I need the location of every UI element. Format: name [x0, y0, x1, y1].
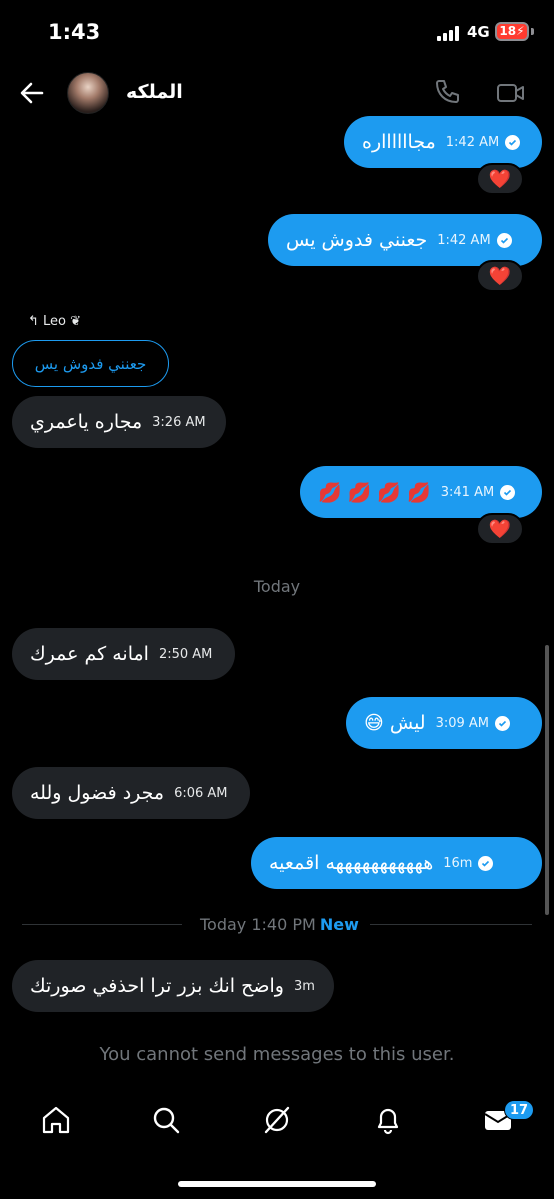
status-time: 1:43 [48, 20, 101, 44]
message-time: 3:09 AM [435, 715, 490, 731]
message-bubble-incoming[interactable]: واضح انك بزر ترا احذفي صورتك 3m [12, 960, 334, 1012]
message-time: 3:26 AM [152, 414, 206, 430]
message-time: 1:42 AM [445, 134, 500, 150]
message-time: 16m [443, 855, 473, 871]
message-text: مجرد فضول ولله [30, 782, 165, 804]
message-text: امانه كم عمرك [30, 643, 149, 665]
reaction-heart[interactable]: ❤️ [476, 260, 524, 292]
bottom-tab-bar [0, 1092, 554, 1152]
message-time: 2:50 AM [158, 646, 213, 662]
sent-check-icon [505, 134, 521, 150]
message-bubble-outgoing[interactable]: هههههههههههه اقمعيه 16m [251, 837, 542, 889]
reaction-heart[interactable]: ❤️ [476, 163, 524, 195]
phone-icon[interactable] [433, 78, 461, 106]
message-text: ليش 😅 [364, 712, 426, 734]
battery-nub [531, 28, 534, 35]
message-bubble-incoming[interactable]: مجاره ياعمري 3:26 AM [12, 396, 226, 448]
new-label: New [319, 915, 359, 934]
message-text: جعنني فدوش يس [286, 229, 428, 251]
battery-icon: 18⚡ [495, 22, 529, 41]
sent-check-icon [495, 715, 511, 731]
message-bubble-outgoing[interactable]: جعنني فدوش يس 1:42 AM [268, 214, 542, 266]
divider-line [22, 924, 182, 925]
message-time: 3m [293, 978, 315, 994]
message-bubble-outgoing[interactable]: ليش 😅 3:09 AM [346, 697, 542, 749]
blocked-notice: You cannot send messages to this user. [99, 1044, 455, 1065]
battery-level: 18 [499, 24, 517, 38]
day-separator: Today [253, 577, 301, 596]
separator-time: Today 1:40 PM [200, 915, 316, 934]
message-text: مجااااااره [362, 131, 436, 153]
message-bubble-outgoing[interactable]: 💋 💋 💋 💋 3:41 AM [300, 466, 542, 518]
message-bubble-outgoing[interactable]: مجااااااره 1:42 AM [344, 116, 542, 168]
message-text: هههههههههههه اقمعيه [269, 852, 434, 874]
quoted-message[interactable]: جعنني فدوش يس [12, 340, 169, 387]
sent-check-icon [496, 232, 512, 248]
home-icon[interactable] [40, 1104, 72, 1136]
grok-icon[interactable] [261, 1104, 293, 1136]
new-messages-separator: Today 1:40 PM New [22, 913, 532, 937]
message-text: 💋 💋 💋 💋 [318, 481, 431, 504]
video-call-icon[interactable] [496, 79, 526, 107]
message-text: واضح انك بزر ترا احذفي صورتك [30, 975, 284, 997]
scrollbar[interactable] [545, 645, 549, 915]
messages-badge: 17 [504, 1100, 535, 1120]
message-bubble-incoming[interactable]: امانه كم عمرك 2:50 AM [12, 628, 235, 680]
contact-name[interactable]: الملكه [126, 81, 183, 103]
message-time: 3:41 AM [440, 484, 495, 500]
bell-icon[interactable] [372, 1104, 404, 1136]
signal-icon [437, 26, 463, 41]
message-bubble-incoming[interactable]: مجرد فضول ولله 6:06 AM [12, 767, 250, 819]
message-time: 6:06 AM [174, 785, 228, 801]
conversation-header: الملكه [0, 62, 554, 124]
sent-check-icon [478, 855, 494, 871]
reply-to-name: Leo ❦ [43, 314, 82, 329]
sent-check-icon [500, 484, 516, 500]
reply-indicator: ↰ Leo ❦ [28, 314, 82, 329]
network-type: 4G [467, 23, 490, 41]
home-indicator[interactable] [178, 1181, 376, 1187]
divider-line [370, 924, 532, 925]
reaction-heart[interactable]: ❤️ [476, 513, 524, 545]
message-text: مجاره ياعمري [30, 411, 143, 433]
search-icon[interactable] [150, 1104, 182, 1136]
message-time: 1:42 AM [437, 232, 491, 248]
avatar[interactable] [67, 72, 109, 114]
back-arrow-icon[interactable] [18, 79, 46, 107]
status-bar: 1:43 4G 18⚡ [0, 0, 554, 62]
